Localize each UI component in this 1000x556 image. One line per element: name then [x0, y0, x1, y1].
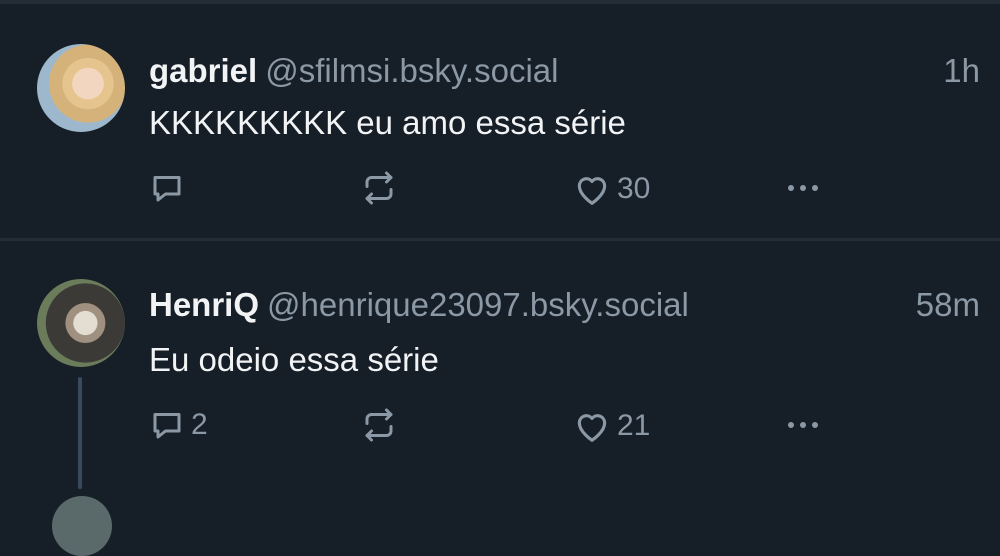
author-handle[interactable]: @henrique23097.bsky.social [267, 286, 689, 323]
reply-button[interactable]: 2 [149, 407, 208, 443]
like-count: 30 [617, 172, 651, 205]
more-icon [788, 185, 818, 191]
repost-icon [365, 408, 393, 442]
post-header: gabriel @sfilmsi.bsky.social [149, 52, 558, 90]
post-actions: 30 [149, 170, 849, 210]
more-options-button[interactable] [783, 170, 823, 206]
post-time[interactable]: 58m [916, 286, 980, 324]
avatar[interactable] [52, 496, 112, 556]
post-time[interactable]: 1h [943, 52, 980, 90]
post-text: Eu odeio essa série [149, 341, 439, 378]
avatar[interactable] [37, 279, 125, 367]
reply-button[interactable] [149, 170, 191, 206]
author-handle[interactable]: @sfilmsi.bsky.social [265, 52, 558, 89]
author-name[interactable]: gabriel [149, 52, 257, 89]
thread-line [78, 377, 82, 489]
more-icon [788, 422, 818, 428]
post[interactable]: HenriQ @henrique23097.bsky.social 58m Eu … [0, 241, 1000, 507]
repost-button[interactable] [361, 407, 403, 443]
heart-icon [577, 177, 607, 205]
like-count: 21 [617, 409, 651, 442]
more-options-button[interactable] [783, 407, 823, 443]
post-text: KKKKKKKKK eu amo essa série [149, 104, 626, 141]
author-name[interactable]: HenriQ [149, 286, 259, 323]
post-header: HenriQ @henrique23097.bsky.social [149, 286, 689, 324]
avatar[interactable] [37, 44, 125, 132]
repost-icon [365, 171, 393, 205]
reply-icon [153, 413, 181, 439]
post-actions: 2 21 [149, 407, 849, 447]
heart-icon [577, 414, 607, 442]
like-button[interactable]: 30 [573, 170, 650, 208]
reply-icon [153, 176, 181, 202]
repost-button[interactable] [361, 170, 403, 206]
post[interactable]: gabriel @sfilmsi.bsky.social 1h KKKKKKKKK… [0, 4, 1000, 238]
like-button[interactable]: 21 [573, 407, 650, 445]
reply-count: 2 [191, 408, 208, 441]
